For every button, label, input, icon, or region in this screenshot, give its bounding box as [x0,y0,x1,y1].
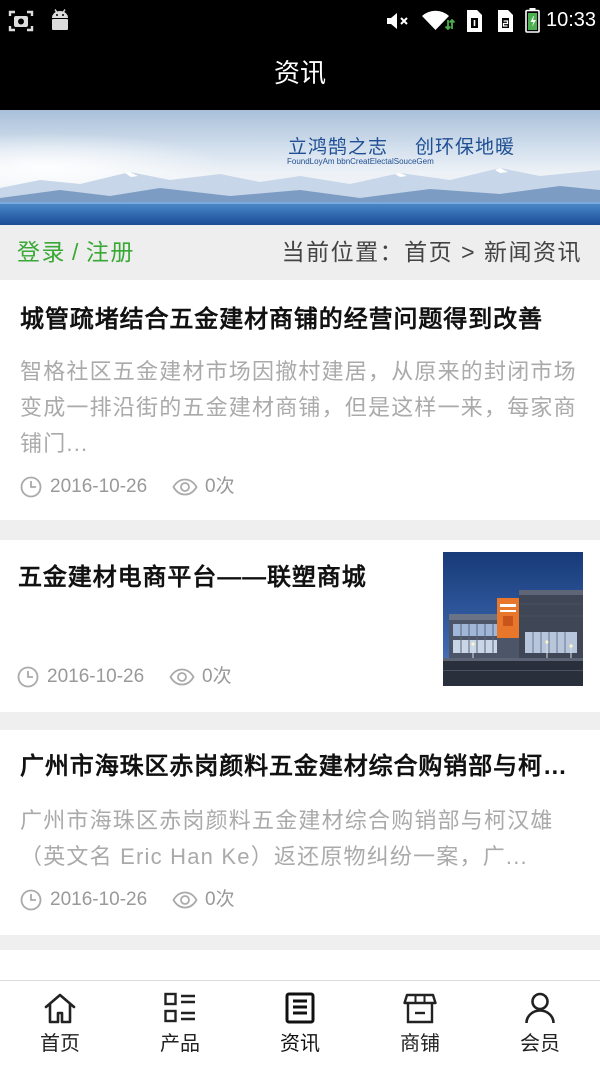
banner-slogan-1: 立鸿鹄之志 [288,136,389,158]
clock-time: 10:33 [546,9,597,31]
article-excerpt: 智格社区五金建材市场因撤村建居，从原来的封闭市场变成一排沿街的五金建材商铺，但是… [20,359,577,456]
article-thumbnail [443,552,583,686]
eye-icon [172,478,198,496]
home-icon [44,993,76,1024]
tab-label: 首页 [40,1033,80,1055]
sim1-icon [467,10,482,32]
article-card[interactable]: 五金建材电商平台——联塑商城 2016-10-26 0次 [0,540,600,712]
app-header: 资讯 [0,40,600,110]
bottom-nav: 首页 产品 资讯 商铺 会员 [0,980,600,1067]
tab-member[interactable]: 会员 [480,981,600,1067]
tab-label: 产品 [160,1033,200,1055]
eye-icon [172,891,198,909]
sim2-icon [498,10,513,32]
auth-links: 登录 / 注册 [17,225,135,280]
breadcrumb-separator: > [461,239,476,265]
wifi-icon [422,10,455,31]
breadcrumb-home-link[interactable]: 首页 [404,239,453,265]
clock-icon [20,889,42,911]
register-link[interactable]: 注册 [86,239,135,265]
mute-icon [387,13,408,29]
article-meta: 2016-10-26 0次 [20,885,280,915]
breadcrumb: 当前位置：首页 > 新闻资讯 [282,225,582,280]
article-excerpt: 广州市海珠区赤岗颜料五金建材综合购销部与柯汉雄（英文名 Eric Han Ke）… [20,808,554,869]
battery-icon [525,8,540,33]
article-views: 0次 [202,666,232,687]
article-title: 城管疏堵结合五金建材商铺的经营问题得到改善 [20,306,543,333]
eye-icon [169,668,195,686]
product-list-icon [164,992,195,1023]
banner: 立鸿鹄之志 创环保地暖 FoundLoyAm bbnCreatElectalSo… [0,110,600,225]
user-icon [525,992,555,1024]
tab-products[interactable]: 产品 [120,981,240,1067]
tab-home[interactable]: 首页 [0,981,120,1067]
shop-icon [403,993,437,1024]
status-bar: 10:33 [0,0,600,40]
tab-label: 资讯 [280,1033,320,1055]
app-screen: 10:33 资讯 立鸿鹄之志 创环保地暖 FoundLoyAm bbnCreat… [0,0,600,1067]
clock-icon [17,666,39,688]
breadcrumb-bar: 登录 / 注册 当前位置：首页 > 新闻资讯 [0,225,600,280]
login-link[interactable]: 登录 [17,239,66,265]
article-card[interactable]: 广州市海珠区赤岗颜料五金建材综合购销部与柯… 广州市海珠区赤岗颜料五金建材综合购… [0,730,600,935]
article-title: 广州市海珠区赤岗颜料五金建材综合购销部与柯… [20,753,568,780]
tab-label: 商铺 [400,1033,440,1055]
banner-tagline: FoundLoyAm bbnCreatElectalSouceGem [287,157,434,166]
clock-icon [20,476,42,498]
auth-divider: / [72,239,80,265]
breadcrumb-current: 新闻资讯 [484,239,582,265]
tab-shops[interactable]: 商铺 [360,981,480,1067]
tab-news[interactable]: 资讯 [240,981,360,1067]
article-title: 五金建材电商平台——联塑商城 [18,564,367,591]
article-date: 2016-10-26 [50,889,148,910]
article-date: 2016-10-26 [50,476,148,497]
banner-slogan-2: 创环保地暖 [415,136,516,158]
screenshot-icon [8,10,34,32]
article-date: 2016-10-26 [47,666,145,687]
article-card[interactable]: 城管疏堵结合五金建材商铺的经营问题得到改善 智格社区五金建材市场因撤村建居，从原… [0,280,600,520]
article-views: 0次 [205,476,235,497]
breadcrumb-label: 当前位置： [281,239,405,265]
tab-label: 会员 [520,1033,560,1055]
article-meta: 2016-10-26 0次 [17,662,277,692]
news-icon [285,992,315,1024]
android-icon [52,9,68,30]
banner-image [0,110,600,225]
page-title: 资讯 [273,58,326,88]
article-meta: 2016-10-26 0次 [20,472,280,502]
article-views: 0次 [205,889,235,910]
